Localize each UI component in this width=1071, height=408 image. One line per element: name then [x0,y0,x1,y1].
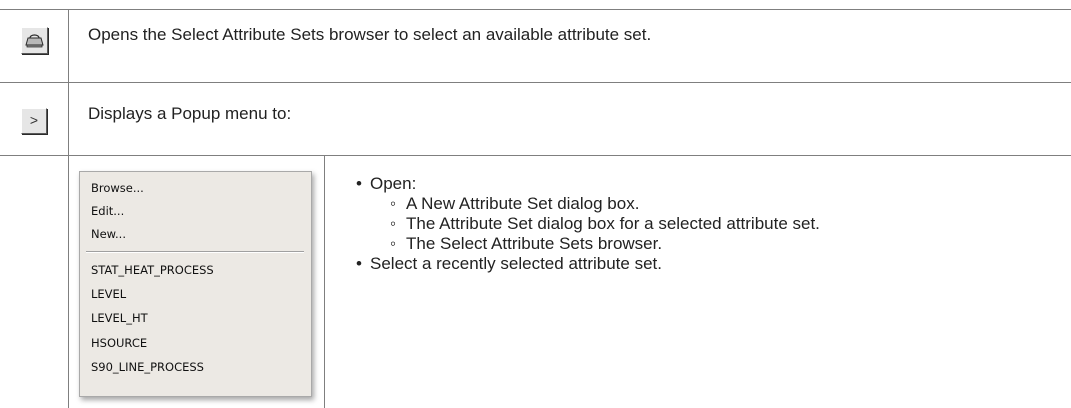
menu-separator [86,251,304,253]
bullet-select-recent: Select a recently selected attribute set… [356,254,820,274]
row-1-description: Opens the Select Attribute Sets browser … [88,25,652,44]
sub-bullet-item: The Select Attribute Sets browser. [356,234,820,254]
menu-item-recent-set[interactable]: S90_LINE_PROCESS [91,360,204,374]
menu-item-recent-set[interactable]: LEVEL [91,287,126,301]
table-top-border [0,9,1071,10]
subcell-divider [324,155,325,408]
sub-bullet-item: The Attribute Set dialog box for a selec… [356,214,820,234]
popup-menu: Browse... Edit... New... STAT_HEAT_PROCE… [79,171,312,397]
attribute-set-browser-button[interactable] [21,27,48,54]
menu-item-recent-set[interactable]: HSOURCE [91,336,147,350]
popup-options-list: Open: A New Attribute Set dialog box. Th… [356,174,820,274]
row-2-description: Displays a Popup menu to: [88,104,292,123]
menu-item-recent-set[interactable]: STAT_HEAT_PROCESS [91,263,214,277]
sub-bullet-item: A New Attribute Set dialog box. [356,194,820,214]
bullet-open: Open: A New Attribute Set dialog box. Th… [356,174,820,254]
menu-item-new[interactable]: New... [91,227,126,241]
bullet-open-label: Open: [370,174,417,193]
row-divider-1 [0,82,1071,83]
row-divider-2 [0,155,1071,156]
popup-arrow-icon: > [29,112,39,128]
menu-item-edit[interactable]: Edit... [91,204,124,218]
column-divider [68,9,69,408]
attribute-set-browser-icon [25,34,44,48]
menu-item-browse[interactable]: Browse... [91,181,144,195]
popup-arrow-button[interactable]: > [21,108,47,134]
menu-item-recent-set[interactable]: LEVEL_HT [91,311,148,325]
